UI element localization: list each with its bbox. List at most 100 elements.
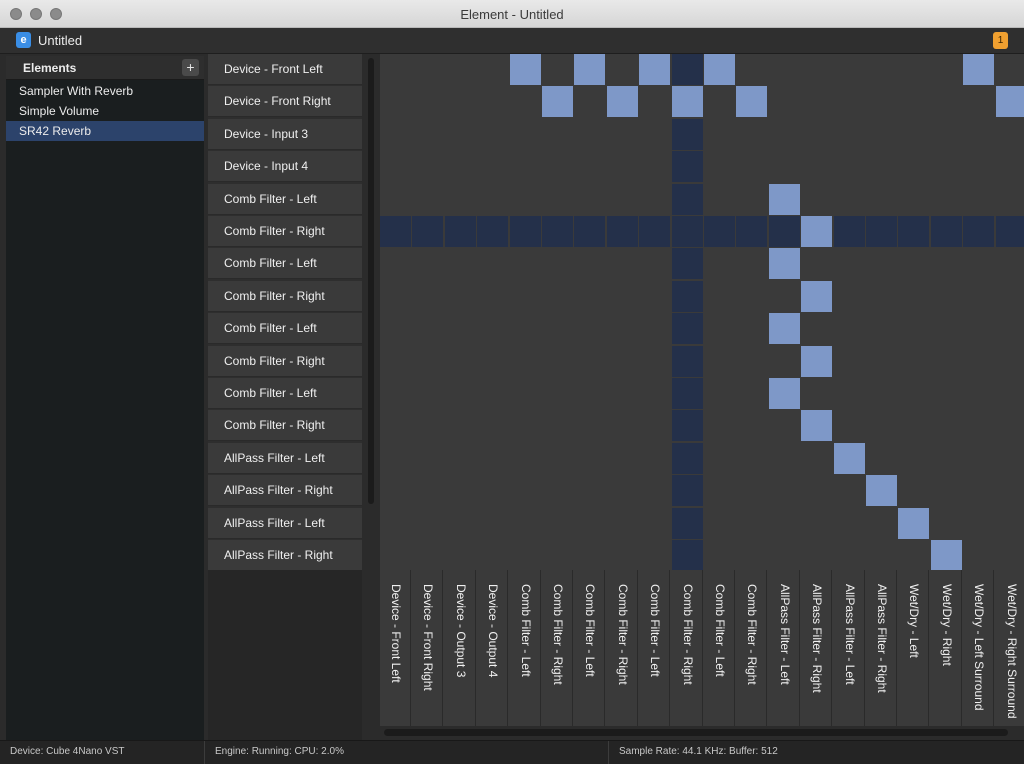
matrix-cell[interactable]	[898, 443, 929, 474]
matrix-cell[interactable]	[866, 151, 897, 182]
matrix-cell[interactable]	[380, 443, 411, 474]
matrix-connection-cell[interactable]	[801, 281, 832, 312]
matrix-cell[interactable]	[769, 508, 800, 539]
matrix-cell[interactable]	[510, 475, 541, 506]
matrix-cell[interactable]	[607, 119, 638, 150]
matrix-column-label[interactable]: Comb Filter - Left	[639, 570, 670, 726]
matrix-cell[interactable]	[445, 151, 476, 182]
matrix-cell[interactable]	[542, 508, 573, 539]
matrix-cell[interactable]	[607, 216, 638, 247]
matrix-cell[interactable]	[639, 540, 670, 570]
matrix-row-label[interactable]: AllPass Filter - Right	[208, 540, 362, 571]
matrix-cell[interactable]	[736, 475, 767, 506]
matrix-row-label[interactable]: Device - Front Left	[208, 54, 362, 85]
matrix-cell[interactable]	[412, 346, 443, 377]
matrix-cell[interactable]	[866, 184, 897, 215]
matrix-cell[interactable]	[412, 313, 443, 344]
matrix-cell[interactable]	[996, 410, 1024, 441]
matrix-cell[interactable]	[996, 248, 1024, 279]
matrix-cell[interactable]	[510, 151, 541, 182]
matrix-cell[interactable]	[898, 216, 929, 247]
matrix-cell[interactable]	[542, 443, 573, 474]
matrix-row-label[interactable]: AllPass Filter - Right	[208, 475, 362, 506]
matrix-cell[interactable]	[672, 151, 703, 182]
matrix-column-label[interactable]: Device - Output 3	[445, 570, 476, 726]
matrix-cell[interactable]	[931, 475, 962, 506]
matrix-cell[interactable]	[542, 216, 573, 247]
matrix-cell[interactable]	[963, 184, 994, 215]
matrix-cell[interactable]	[607, 443, 638, 474]
matrix-cell[interactable]	[931, 378, 962, 409]
matrix-cell[interactable]	[412, 410, 443, 441]
matrix-cell[interactable]	[963, 378, 994, 409]
matrix-cell[interactable]	[672, 378, 703, 409]
matrix-cell[interactable]	[963, 281, 994, 312]
matrix-cell[interactable]	[801, 184, 832, 215]
matrix-cell[interactable]	[996, 475, 1024, 506]
matrix-cell[interactable]	[996, 346, 1024, 377]
matrix-cell[interactable]	[380, 248, 411, 279]
matrix-cell[interactable]	[672, 281, 703, 312]
matrix-cell[interactable]	[607, 313, 638, 344]
matrix-cell[interactable]	[931, 119, 962, 150]
matrix-cell[interactable]	[736, 184, 767, 215]
matrix-cell[interactable]	[380, 410, 411, 441]
matrix-cell[interactable]	[574, 151, 605, 182]
matrix-cell[interactable]	[510, 184, 541, 215]
matrix-cell[interactable]	[542, 540, 573, 570]
matrix-cell[interactable]	[963, 443, 994, 474]
matrix-cell[interactable]	[898, 281, 929, 312]
matrix-cell[interactable]	[639, 508, 670, 539]
matrix-cell[interactable]	[510, 119, 541, 150]
matrix-cell[interactable]	[445, 281, 476, 312]
matrix-cell[interactable]	[477, 346, 508, 377]
matrix-cell[interactable]	[704, 216, 735, 247]
matrix-cell[interactable]	[672, 346, 703, 377]
matrix-cell[interactable]	[574, 410, 605, 441]
matrix-cell[interactable]	[866, 313, 897, 344]
matrix-cell[interactable]	[834, 248, 865, 279]
matrix-connection-cell[interactable]	[510, 54, 541, 85]
horizontal-scrollbar-thumb[interactable]	[384, 729, 1008, 736]
matrix-cell[interactable]	[801, 119, 832, 150]
matrix-column-label[interactable]: Device - Output 4	[477, 570, 508, 726]
matrix-cell[interactable]	[445, 540, 476, 570]
matrix-cell[interactable]	[996, 378, 1024, 409]
matrix-cell[interactable]	[866, 86, 897, 117]
matrix-cell[interactable]	[607, 248, 638, 279]
matrix-cell[interactable]	[996, 151, 1024, 182]
matrix-connection-cell[interactable]	[801, 216, 832, 247]
matrix-cell[interactable]	[477, 313, 508, 344]
matrix-cell[interactable]	[412, 508, 443, 539]
matrix-cell[interactable]	[639, 281, 670, 312]
matrix-connection-cell[interactable]	[769, 378, 800, 409]
matrix-cell[interactable]	[704, 313, 735, 344]
matrix-cell[interactable]	[542, 378, 573, 409]
matrix-connection-cell[interactable]	[963, 54, 994, 85]
matrix-cell[interactable]	[704, 508, 735, 539]
matrix-cell[interactable]	[672, 248, 703, 279]
vertical-scrollbar[interactable]	[364, 54, 378, 740]
matrix-cell[interactable]	[866, 248, 897, 279]
matrix-cell[interactable]	[996, 184, 1024, 215]
matrix-cell[interactable]	[477, 216, 508, 247]
matrix-cell[interactable]	[866, 443, 897, 474]
matrix-cell[interactable]	[574, 86, 605, 117]
matrix-row-label[interactable]: AllPass Filter - Left	[208, 508, 362, 539]
matrix-cell[interactable]	[510, 540, 541, 570]
matrix-cell[interactable]	[931, 54, 962, 85]
matrix-row-label[interactable]: Comb Filter - Left	[208, 313, 362, 344]
matrix-cell[interactable]	[510, 378, 541, 409]
matrix-cell[interactable]	[672, 119, 703, 150]
matrix-cell[interactable]	[542, 151, 573, 182]
matrix-cell[interactable]	[996, 540, 1024, 570]
matrix-cell[interactable]	[542, 248, 573, 279]
matrix-cell[interactable]	[477, 151, 508, 182]
matrix-cell[interactable]	[769, 443, 800, 474]
matrix-cell[interactable]	[412, 216, 443, 247]
matrix-cell[interactable]	[834, 216, 865, 247]
matrix-cell[interactable]	[866, 508, 897, 539]
matrix-cell[interactable]	[639, 248, 670, 279]
matrix-column-label[interactable]: Comb Filter - Left	[574, 570, 605, 726]
matrix-cell[interactable]	[574, 119, 605, 150]
